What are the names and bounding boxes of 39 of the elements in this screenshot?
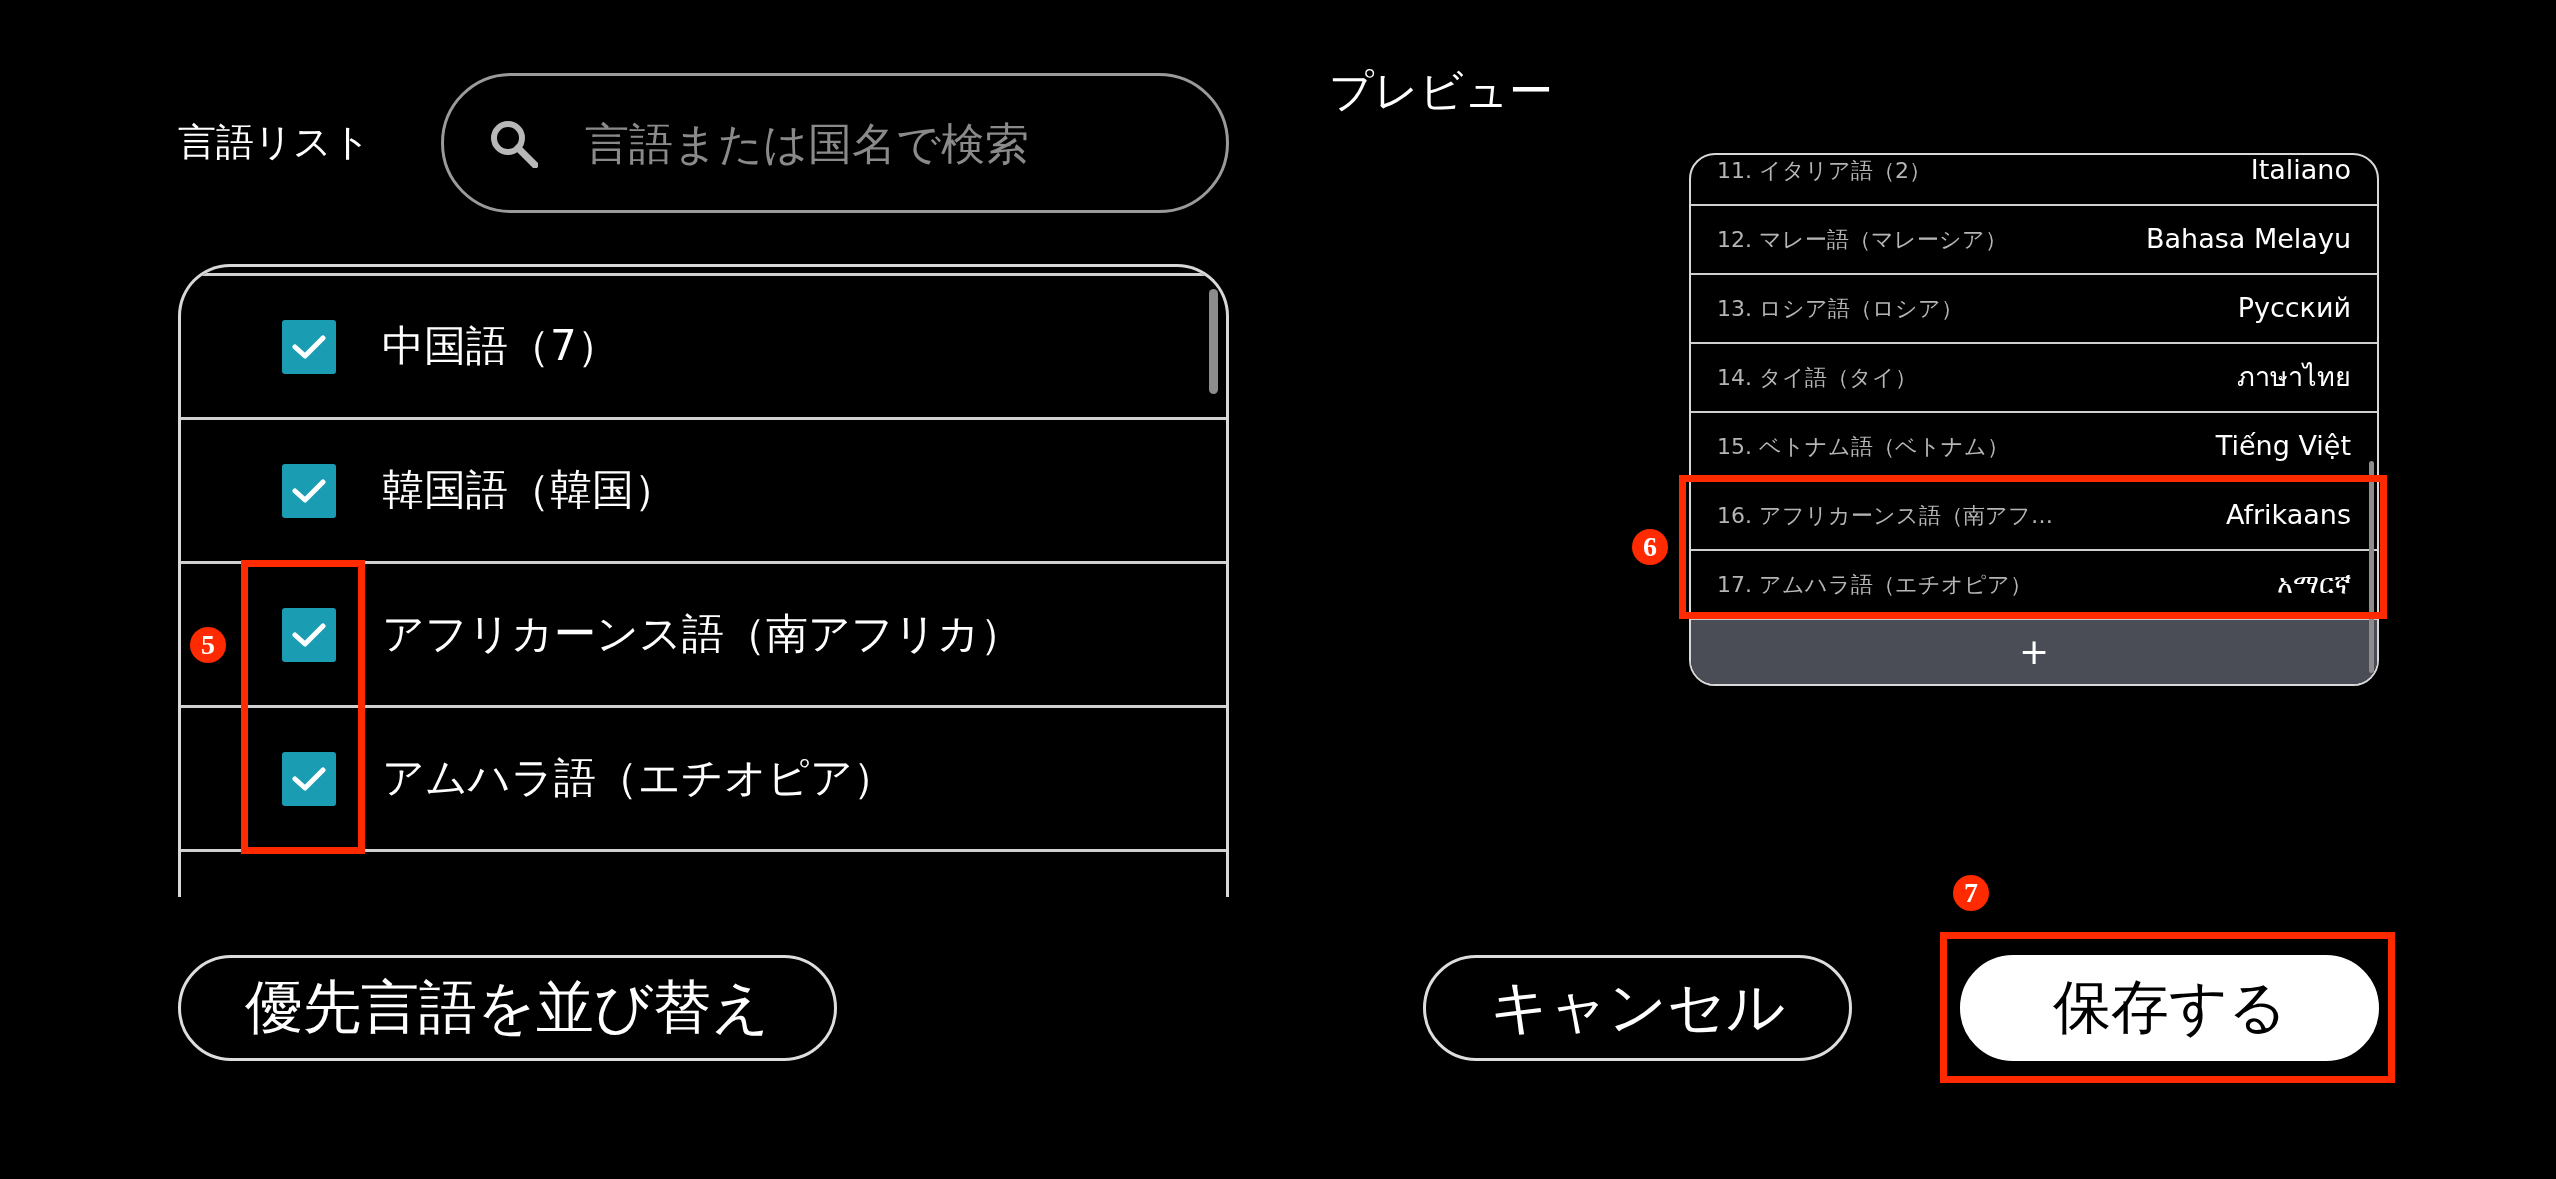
action-button[interactable]: キャンセル	[1423, 955, 1852, 1061]
section-title: プレビュー	[1329, 65, 1553, 118]
native-language-name: Bahasa Melayu	[2146, 224, 2351, 255]
scrollbar[interactable]	[2369, 460, 2374, 673]
native-language-name: Afrikaans	[2225, 500, 2351, 531]
callout-number: 5	[190, 627, 226, 663]
add-button[interactable]: +	[1691, 619, 2377, 684]
preview-language-label: 14. タイ語（タイ）	[1717, 364, 1917, 390]
native-language-name: ภาษาไทย	[2237, 362, 2351, 393]
search-icon	[488, 118, 538, 168]
preview-language-label: 11. イタリア語（2）	[1717, 157, 1931, 183]
callout-number: 7	[1953, 875, 1989, 911]
preview-language-label: 16. アフリカーンス語（南アフ…	[1717, 502, 2053, 528]
checkbox[interactable]	[282, 751, 336, 806]
search-field[interactable]: 言語または国名で検索	[441, 73, 1229, 213]
preview-language-label: 17. アムハラ語（エチオピア）	[1717, 571, 2032, 597]
checkbox[interactable]	[282, 319, 336, 374]
checkmark-icon	[292, 765, 326, 792]
native-language-name: Tiếng Việt	[2215, 431, 2351, 462]
language-label[interactable]: アムハラ語（エチオピア）	[382, 753, 895, 804]
native-language-name: አማርኛ	[2277, 569, 2351, 600]
native-language-name: Italiano	[2250, 155, 2351, 186]
preview-language-label: 13. ロシア語（ロシア）	[1717, 295, 1963, 321]
language-label[interactable]: アフリカーンス語（南アフリカ）	[382, 609, 1022, 660]
language-label[interactable]: 韓国語（韓国）	[382, 465, 676, 516]
preview-language-label: 12. マレー語（マレーシア）	[1717, 226, 2007, 252]
checkmark-icon	[292, 333, 326, 360]
action-button[interactable]: 優先言語を並び替え	[178, 955, 837, 1061]
scrollbar[interactable]	[1209, 289, 1218, 394]
language-label[interactable]: 中国語（7）	[382, 321, 619, 372]
checkbox[interactable]	[282, 463, 336, 518]
section-title: 言語リスト	[178, 120, 371, 166]
checkmark-icon	[292, 621, 326, 648]
save-button[interactable]: 保存する	[1960, 955, 2379, 1061]
checkmark-icon	[292, 477, 326, 504]
preview-language-label: 15. ベトナム語（ベトナム）	[1717, 433, 2009, 459]
checkbox[interactable]	[282, 607, 336, 662]
callout-number: 6	[1632, 528, 1668, 565]
native-language-name: Русский	[2237, 293, 2351, 324]
